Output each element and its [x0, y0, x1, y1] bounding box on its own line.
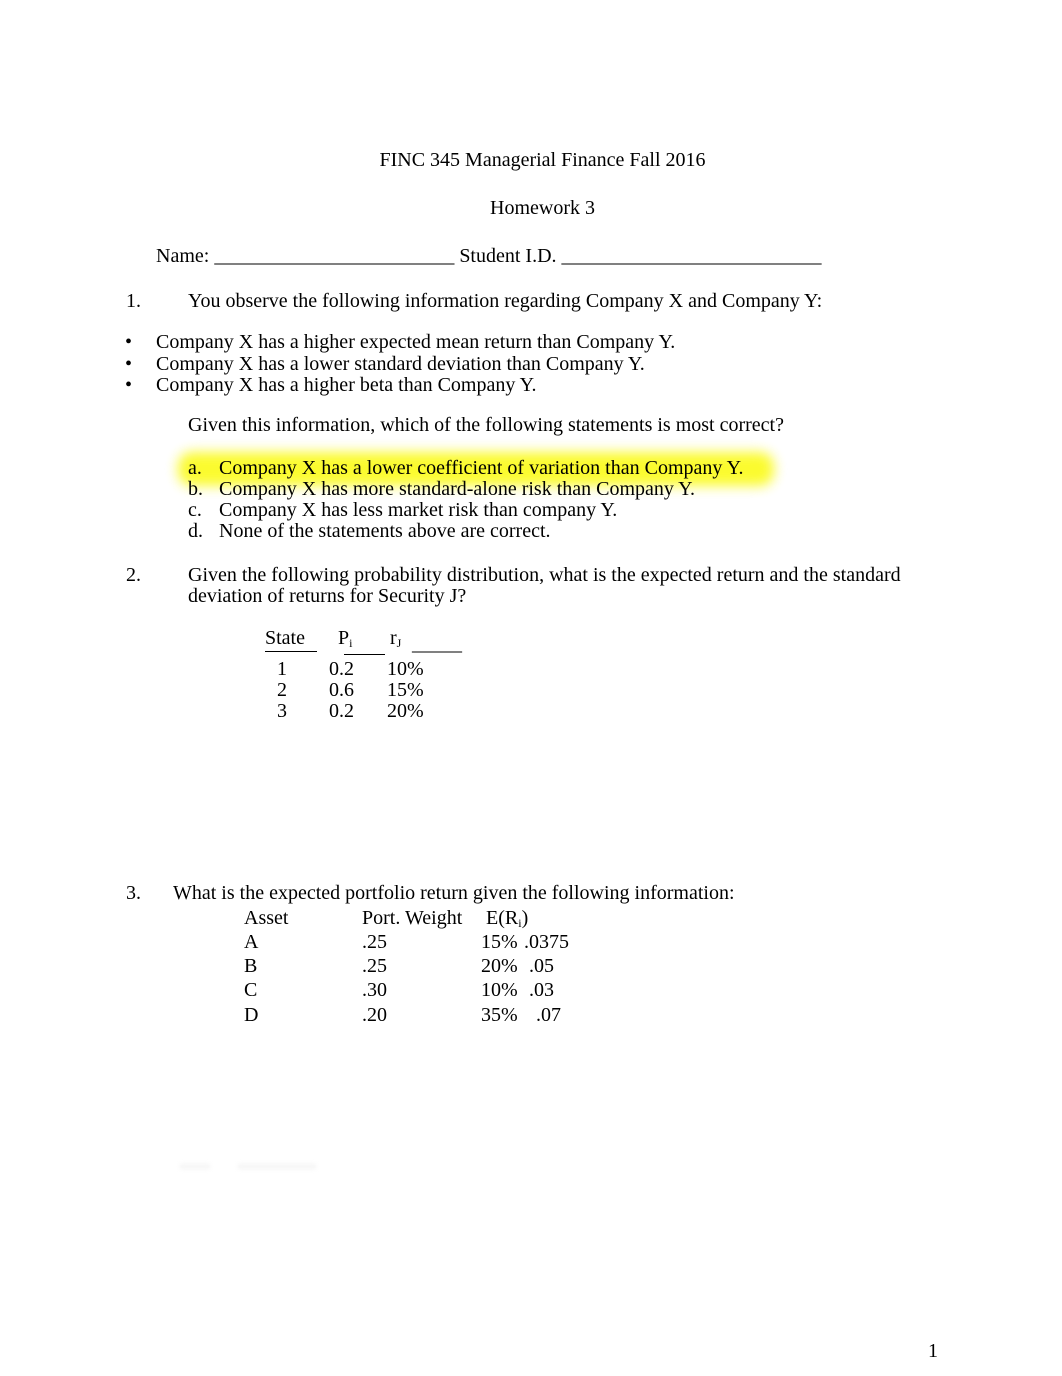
q3-header-asset: Asset [244, 907, 289, 929]
q3-header-expected-return: E(Ri) [486, 907, 529, 930]
q3-cell-weight: .25 [362, 931, 387, 953]
q3-cell-asset: D [244, 1004, 259, 1026]
q3-cell-er: 35% [481, 1004, 518, 1026]
student-id-label: Student I.D. [459, 245, 557, 267]
q2-cell-r: 20% [387, 700, 424, 722]
student-id-blank: __________________________ [561, 245, 822, 267]
q2-cell-r: 15% [387, 679, 424, 701]
q3-cell-weight: .20 [362, 1004, 387, 1026]
q2-cell-state: 3 [277, 700, 287, 722]
q3-cell-er: 20% [481, 955, 518, 977]
q3-cell-er: 10% [481, 979, 518, 1001]
scan-smudge [238, 1164, 316, 1169]
q1-bullet-item: Company X has a higher expected mean ret… [156, 331, 676, 353]
q2-header-state: State [265, 628, 317, 652]
scan-smudge [180, 1164, 210, 1169]
q2-cell-state: 2 [277, 679, 287, 701]
bullet-icon: • [125, 331, 133, 353]
q1-number: 1. [126, 290, 141, 312]
q3-cell-asset: C [244, 979, 258, 1001]
q2-cell-p: 0.2 [329, 700, 354, 722]
q3-cell-note: .05 [529, 955, 554, 977]
document-title: FINC 345 Managerial Finance Fall 2016 [379, 149, 706, 171]
q2-cell-p: 0.2 [329, 658, 354, 680]
q3-cell-note: .07 [536, 1004, 561, 1026]
q1-prompt: You observe the following information re… [188, 290, 823, 312]
q3-prompt: What is the expected portfolio return gi… [173, 882, 735, 904]
q3-cell-weight: .30 [362, 979, 387, 1001]
name-blank: ________________________ [214, 245, 455, 267]
name-line: Name: ________________________ Student I… [156, 246, 822, 266]
q3-cell-asset: A [244, 931, 259, 953]
document-subtitle: Homework 3 [490, 197, 595, 219]
q1-bullet-item: Company X has a lower standard deviation… [156, 353, 645, 375]
q2-header-r: rJ [390, 627, 402, 650]
q2-header-blank: _____ [412, 633, 462, 655]
q1-bullet-item: Company X has a higher beta than Company… [156, 374, 537, 396]
q3-cell-asset: B [244, 955, 258, 977]
q3-cell-note: .03 [529, 979, 554, 1001]
option-letter-c: c. [188, 499, 202, 521]
option-text-a: Company X has a lower coefficient of var… [219, 457, 744, 479]
q2-prompt-line1: Given the following probability distribu… [188, 564, 901, 586]
option-text-c: Company X has less market risk than comp… [219, 499, 618, 521]
q2-header-p: Pi [338, 627, 353, 650]
q3-number: 3. [126, 882, 141, 904]
q2-cell-r: 10% [387, 658, 424, 680]
q3-cell-er: 15% [481, 931, 518, 953]
q3-header-weight: Port. Weight [362, 907, 463, 929]
bullet-icon: • [125, 374, 133, 396]
option-letter-d: d. [188, 520, 203, 542]
option-text-b: Company X has more standard-alone risk t… [219, 478, 696, 500]
option-text-d: None of the statements above are correct… [219, 520, 551, 542]
q2-number: 2. [126, 564, 141, 586]
q2-cell-state: 1 [277, 658, 287, 680]
q1-question: Given this information, which of the fol… [188, 414, 784, 436]
page-number: 1 [928, 1340, 938, 1362]
q2-cell-p: 0.6 [329, 679, 354, 701]
q3-cell-note: .0375 [524, 931, 569, 953]
option-letter-a: a. [188, 457, 202, 479]
q2-prompt-line2: deviation of returns for Security J? [188, 585, 467, 607]
name-label: Name: [156, 245, 210, 267]
option-letter-b: b. [188, 478, 203, 500]
bullet-icon: • [125, 353, 133, 375]
q3-cell-weight: .25 [362, 955, 387, 977]
